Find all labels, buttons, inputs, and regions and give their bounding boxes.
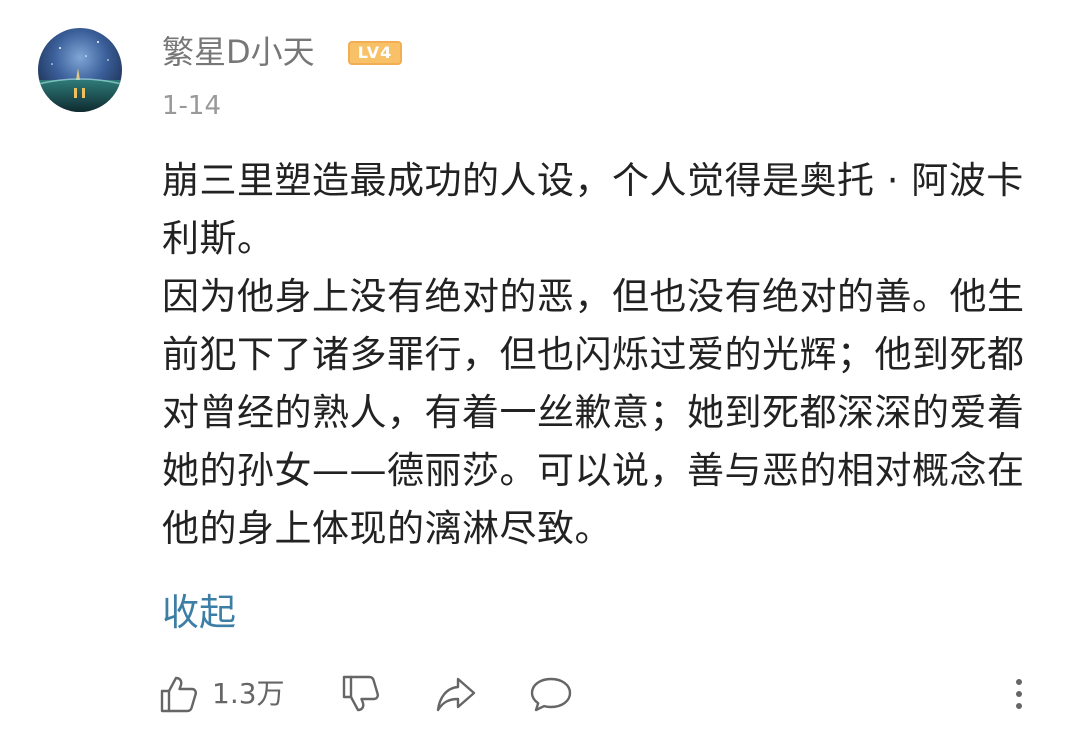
level-badge: LV4 (348, 41, 402, 65)
action-bar: 1.3万 (0, 666, 1080, 722)
reply-button[interactable] (528, 666, 574, 722)
thumbs-down-icon (342, 675, 379, 712)
comment-paragraph: 因为他身上没有绝对的恶，但也没有绝对的善。他生前犯下了诸多罪行，但也闪烁过爱的光… (162, 275, 1025, 550)
avatar[interactable] (38, 28, 122, 112)
username[interactable]: 繁星D小天 (162, 28, 315, 76)
comment-date: 1-14 (162, 91, 222, 121)
more-vertical-icon (1016, 679, 1022, 709)
share-button[interactable] (434, 666, 478, 722)
like-button[interactable]: 1.3万 (158, 666, 285, 722)
avatar-image (38, 28, 122, 112)
more-button[interactable] (1004, 666, 1034, 722)
comment-bubble-icon (530, 677, 572, 712)
thumbs-up-icon (160, 676, 197, 713)
collapse-link[interactable]: 收起 (162, 586, 236, 640)
comment-paragraph: 崩三里塑造最成功的人设，个人觉得是奥托 · 阿波卡利斯。 (162, 159, 1024, 260)
like-count: 1.3万 (212, 677, 285, 710)
dislike-button[interactable] (340, 666, 382, 722)
comment-body: 崩三里塑造最成功的人设，个人觉得是奥托 · 阿波卡利斯。 因为他身上没有绝对的恶… (162, 152, 1042, 558)
share-arrow-icon (436, 677, 476, 712)
